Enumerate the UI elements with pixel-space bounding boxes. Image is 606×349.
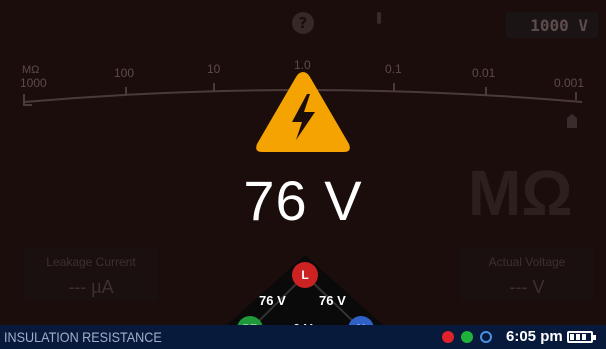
blue-indicator xyxy=(480,331,492,343)
test-voltage-range[interactable]: 1000 V xyxy=(506,12,598,38)
mode-title: INSULATION RESISTANCE xyxy=(4,329,162,345)
pin-icon xyxy=(377,12,381,24)
tick-label: 10 xyxy=(207,62,221,76)
help-icon[interactable]: ? xyxy=(292,12,314,34)
tick-label: 1000 xyxy=(20,76,47,90)
tick-label: 100 xyxy=(114,66,135,80)
battery-tip xyxy=(593,335,596,340)
actual-voltage-value: --- V xyxy=(509,277,545,297)
live-voltage-readout: 76 V xyxy=(243,169,363,232)
home-icon xyxy=(567,114,577,128)
meter-screen: ? 1000 V MΩ 1000 100 10 1.0 0.1 0.01 0.0… xyxy=(0,0,606,349)
actual-voltage-title: Actual Voltage xyxy=(488,255,566,269)
red-indicator xyxy=(442,331,454,343)
battery-icon xyxy=(567,331,593,343)
leakage-current-panel: Leakage Current --- µA xyxy=(24,247,158,301)
tick-label: 0.1 xyxy=(385,62,402,76)
voltage-l-n: 76 V xyxy=(319,293,346,308)
leakage-current-title: Leakage Current xyxy=(46,255,136,269)
high-voltage-warning-icon xyxy=(256,72,350,152)
tick-label: 0.001 xyxy=(554,76,585,90)
voltage-l-pe: 76 V xyxy=(259,293,286,308)
clock-time: 6:05 pm xyxy=(506,328,563,345)
status-bar: INSULATION RESISTANCE 6:05 pm xyxy=(0,325,606,349)
terminal-l: L xyxy=(292,262,318,288)
leakage-current-value: --- µA xyxy=(68,277,114,297)
actual-voltage-panel: Actual Voltage --- V xyxy=(460,247,594,301)
scale-unit: MΩ xyxy=(22,64,40,76)
tick-label: 0.01 xyxy=(472,66,496,80)
green-indicator xyxy=(461,331,473,343)
resistance-unit: MΩ xyxy=(468,157,573,229)
